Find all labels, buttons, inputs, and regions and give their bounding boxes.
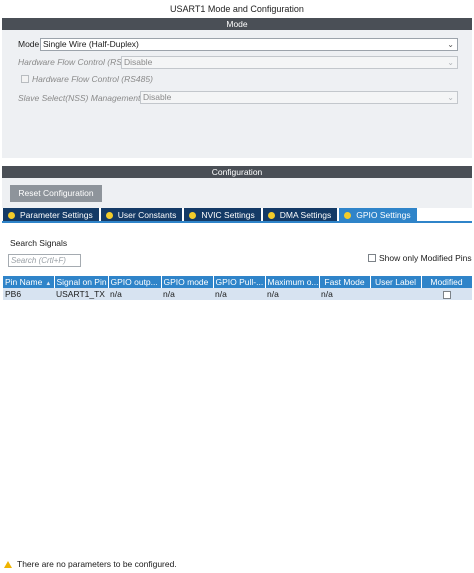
mode-section-header: Mode xyxy=(2,18,472,30)
column-header-signal[interactable]: Signal on Pin xyxy=(54,276,109,288)
show-modified-toggle[interactable]: Show only Modified Pins xyxy=(368,253,472,263)
footer-message: There are no parameters to be configured… xyxy=(17,559,177,569)
search-signals-label: Search Signals xyxy=(10,238,68,248)
table-header-row: Pin Name ▲ Signal on Pin GPIO outp... GPI… xyxy=(3,276,473,288)
status-dot-icon xyxy=(189,211,197,219)
hw-flow-rs485-checkbox[interactable] xyxy=(21,75,29,83)
tab-dma-settings[interactable]: DMA Settings xyxy=(262,208,338,222)
column-header-user-label[interactable]: User Label xyxy=(370,276,422,288)
column-header-max-output[interactable]: Maximum o... xyxy=(265,276,320,288)
chevron-down-icon: ⌄ xyxy=(447,58,454,67)
config-tabs: Parameter Settings User Constants NVIC S… xyxy=(3,208,419,222)
column-header-gpio-output[interactable]: GPIO outp... xyxy=(108,276,162,288)
hw-flow-rs485-label: Hardware Flow Control (RS485) xyxy=(32,74,153,84)
configuration-section-header: Configuration xyxy=(2,166,472,178)
cell-signal: USART1_TX xyxy=(54,288,108,300)
window-title: USART1 Mode and Configuration xyxy=(170,4,304,14)
search-input[interactable]: Search (Crtl+F) xyxy=(8,254,81,267)
cell-user-label[interactable] xyxy=(370,288,421,300)
column-header-gpio-mode[interactable]: GPIO mode xyxy=(161,276,214,288)
column-header-gpio-pull[interactable]: GPIO Pull-... xyxy=(213,276,266,288)
tab-nvic-settings[interactable]: NVIC Settings xyxy=(184,208,261,222)
sort-icon[interactable]: ▲ xyxy=(45,281,51,287)
show-modified-checkbox[interactable] xyxy=(368,254,376,262)
cell-gpio-pull: n/a xyxy=(213,288,265,300)
cell-gpio-output: n/a xyxy=(108,288,161,300)
chevron-down-icon: ⌄ xyxy=(447,93,454,102)
hw-flow-rs232-select[interactable]: Disable ⌄ xyxy=(121,56,458,69)
tab-user-constants[interactable]: User Constants xyxy=(100,208,183,222)
mode-label: Mode xyxy=(18,39,40,49)
tab-label: DMA Settings xyxy=(279,210,332,220)
status-dot-icon xyxy=(344,211,352,219)
mode-select-value: Single Wire (Half-Duplex) xyxy=(43,39,139,49)
slave-select-select[interactable]: Disable ⌄ xyxy=(140,91,458,104)
tab-label: User Constants xyxy=(117,210,177,220)
show-modified-label: Show only Modified Pins xyxy=(379,253,472,263)
gpio-table: Pin Name ▲ Signal on Pin GPIO outp... GPI… xyxy=(3,276,473,300)
mode-select[interactable]: Single Wire (Half-Duplex) ⌄ xyxy=(40,38,458,51)
hw-flow-rs232-value: Disable xyxy=(124,57,153,67)
tab-label: NVIC Settings xyxy=(201,210,255,220)
chevron-down-icon: ⌄ xyxy=(447,40,454,49)
reset-configuration-button[interactable]: Reset Configuration xyxy=(10,185,102,202)
cell-max-output: n/a xyxy=(265,288,319,300)
column-header-fast-mode[interactable]: Fast Mode xyxy=(319,276,371,288)
tab-parameter-settings[interactable]: Parameter Settings xyxy=(3,208,99,222)
status-footer: There are no parameters to be configured… xyxy=(4,559,177,569)
cell-modified[interactable] xyxy=(421,288,472,300)
status-dot-icon xyxy=(8,211,15,219)
tab-underline xyxy=(2,221,472,223)
column-header-modified[interactable]: Modified xyxy=(421,276,473,288)
warning-icon xyxy=(4,560,12,568)
tab-gpio-settings[interactable]: GPIO Settings xyxy=(339,208,417,222)
status-dot-icon xyxy=(105,211,113,219)
status-dot-icon xyxy=(267,211,275,219)
table-row[interactable]: PB6 USART1_TX n/a n/a n/a n/a n/a xyxy=(3,288,472,300)
tab-label: GPIO Settings xyxy=(356,210,411,220)
column-header-pin-name[interactable]: Pin Name ▲ xyxy=(3,276,55,288)
cell-fast-mode: n/a xyxy=(319,288,370,300)
cell-pin-name: PB6 xyxy=(3,288,54,300)
cell-gpio-mode: n/a xyxy=(161,288,213,300)
slave-select-value: Disable xyxy=(143,92,172,102)
tab-label: Parameter Settings xyxy=(20,210,93,220)
modified-checkbox[interactable] xyxy=(442,290,451,299)
slave-select-label: Slave Select(NSS) Management xyxy=(18,93,141,103)
